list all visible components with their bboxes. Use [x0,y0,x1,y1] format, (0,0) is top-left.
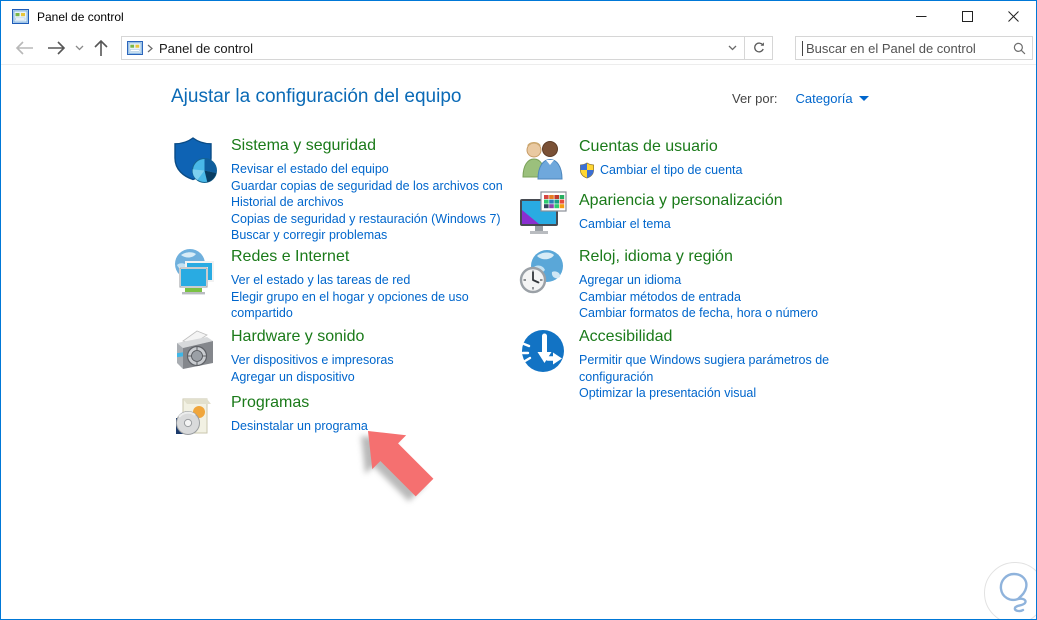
link-devices-printers[interactable]: Ver dispositivos e impresoras [231,352,503,369]
chevron-down-icon [75,45,83,51]
control-panel-icon [12,9,29,24]
link-network-status-tasks[interactable]: Ver el estado y las tareas de red [231,272,503,289]
link-change-input-methods[interactable]: Cambiar métodos de entrada [579,289,831,306]
category-appearance-personalization: Apariencia y personalización Cambiar el … [519,191,831,239]
link-backup-restore-win7[interactable]: Copias de seguridad y restauración (Wind… [231,211,503,228]
titlebar[interactable]: Panel de control [1,1,1036,32]
link-add-language[interactable]: Agregar un idioma [579,272,831,289]
uac-shield-icon [579,162,595,179]
address-dropdown-button[interactable] [720,45,744,51]
category-title-appearance[interactable]: Apariencia y personalización [579,192,831,210]
category-title-user-accounts[interactable]: Cuentas de usuario [579,138,831,156]
view-by-value[interactable]: Categoría [796,91,853,106]
security-shield-icon[interactable] [171,136,219,184]
printer-speaker-icon[interactable] [171,327,219,375]
up-button[interactable] [87,35,115,61]
forward-button[interactable] [41,35,71,61]
category-title-system-security[interactable]: Sistema y seguridad [231,137,503,155]
refresh-icon [753,42,764,53]
link-troubleshoot[interactable]: Buscar y corregir problemas [231,227,503,244]
category-network-internet: Redes e Internet Ver el estado y las tar… [171,247,503,322]
window-title: Panel de control [37,9,124,24]
text-caret [802,40,803,56]
link-change-account-type[interactable]: Cambiar el tipo de cuenta [600,162,742,179]
category-title-programs[interactable]: Programas [231,394,503,412]
back-button[interactable] [9,35,39,61]
minimize-button[interactable] [898,1,944,32]
category-ease-of-access: Accesibilidad Permitir que Windows sugie… [519,327,831,402]
lightbulb-watermark [984,562,1036,619]
view-by-control: Ver por: Categoría [732,91,869,106]
category-title-ease-of-access[interactable]: Accesibilidad [579,328,831,346]
breadcrumb-chevron-icon[interactable] [147,44,153,53]
link-add-device[interactable]: Agregar un dispositivo [231,369,503,386]
address-bar[interactable]: Panel de control [121,36,773,60]
category-programs: Programas Desinstalar un programa [171,393,503,441]
link-change-theme[interactable]: Cambiar el tema [579,216,831,233]
forward-arrow-icon [47,41,65,55]
category-title-hardware-sound[interactable]: Hardware y sonido [231,328,503,346]
breadcrumb[interactable]: Panel de control [159,41,253,56]
link-optimize-visual-display[interactable]: Optimizar la presentación visual [579,385,831,402]
ease-of-access-circle-icon[interactable] [519,327,567,375]
link-check-computer-status[interactable]: Revisar el estado del equipo [231,161,503,178]
close-button[interactable] [990,1,1036,32]
view-by-label: Ver por: [732,91,778,106]
navigation-toolbar: Panel de control Buscar en el Panel de c… [1,32,1036,65]
up-arrow-icon [94,39,108,56]
monitor-palette-icon[interactable] [519,191,567,239]
search-icon[interactable] [1013,42,1026,55]
globe-monitors-icon[interactable] [171,247,219,295]
search-placeholder: Buscar en el Panel de control [806,40,976,56]
page-title: Ajustar la configuración del equipo [171,86,462,107]
link-homegroup-sharing[interactable]: Elegir grupo en el hogar y opciones de u… [231,289,503,322]
category-system-security: Sistema y seguridad Revisar el estado de… [171,136,503,244]
globe-clock-icon[interactable] [519,247,567,295]
red-pointer-arrow [350,428,440,505]
chevron-down-icon [728,45,736,51]
control-panel-icon [127,41,143,55]
two-users-icon[interactable] [519,137,567,185]
category-user-accounts: Cuentas de usuario Cambiar el tipo de cu… [519,137,831,185]
back-arrow-icon [15,41,33,55]
category-clock-language-region: Reloj, idioma y región Agregar un idioma… [519,247,831,322]
control-panel-window: Panel de control Panel de control Buscar… [0,0,1037,620]
category-hardware-sound: Hardware y sonido Ver dispositivos e imp… [171,327,503,385]
link-windows-suggest-settings[interactable]: Permitir que Windows sugiera parámetros … [579,352,831,385]
recent-pages-button[interactable] [71,35,87,61]
software-box-cd-icon[interactable] [171,393,219,441]
category-title-clock-language[interactable]: Reloj, idioma y región [579,248,831,266]
refresh-button[interactable] [744,36,772,60]
chevron-down-icon[interactable] [858,96,869,101]
category-title-network-internet[interactable]: Redes e Internet [231,248,503,266]
search-input[interactable]: Buscar en el Panel de control [795,36,1033,60]
maximize-button[interactable] [944,1,990,32]
link-change-date-time-formats[interactable]: Cambiar formatos de fecha, hora o número [579,305,831,322]
link-file-history-backup[interactable]: Guardar copias de seguridad de los archi… [231,178,503,211]
